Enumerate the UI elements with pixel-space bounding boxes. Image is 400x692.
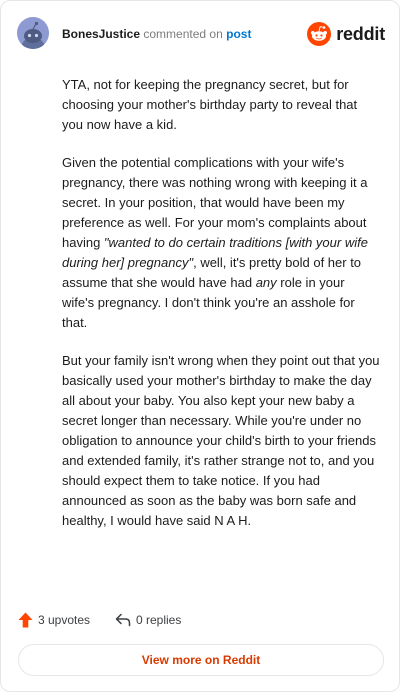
comment-text: YTA, not for keeping the pregnancy secre… [62,77,358,132]
view-more-button[interactable]: View more on Reddit [18,644,384,676]
comment-paragraph: YTA, not for keeping the pregnancy secre… [62,75,380,135]
upvote-button[interactable]: 3 upvotes [18,609,90,631]
reply-button[interactable]: 0 replies [115,609,181,631]
comment-embed-card: BonesJustice commented on post reddit YT… [0,0,400,692]
byline-action: commented on [143,27,223,41]
comment-byline: BonesJustice commented on post [62,27,251,41]
author-name[interactable]: BonesJustice [62,27,140,41]
comment-text-italic: any [255,275,277,290]
upvote-count: 3 upvotes [38,613,91,627]
comment-footer: 3 upvotes 0 replies [18,609,384,631]
comment-paragraph: But your family isn't wrong when they po… [62,351,380,531]
reply-count: 0 replies [136,613,182,627]
comment-paragraph: Given the potential complications with y… [62,153,380,333]
view-more-label: View more on Reddit [141,653,261,667]
reddit-brand[interactable]: reddit [307,21,385,47]
upvote-arrow-icon [18,612,33,628]
comment-header: BonesJustice commented on post reddit [17,17,385,51]
reddit-logo-icon [307,22,332,46]
post-link[interactable]: post [226,27,251,41]
comment-body: YTA, not for keeping the pregnancy secre… [62,75,380,549]
comment-text: But your family isn't wrong when they po… [62,353,380,528]
reply-arrow-icon [115,613,131,627]
snoo-avatar-icon[interactable] [17,17,49,49]
brand-wordmark: reddit [336,23,385,44]
